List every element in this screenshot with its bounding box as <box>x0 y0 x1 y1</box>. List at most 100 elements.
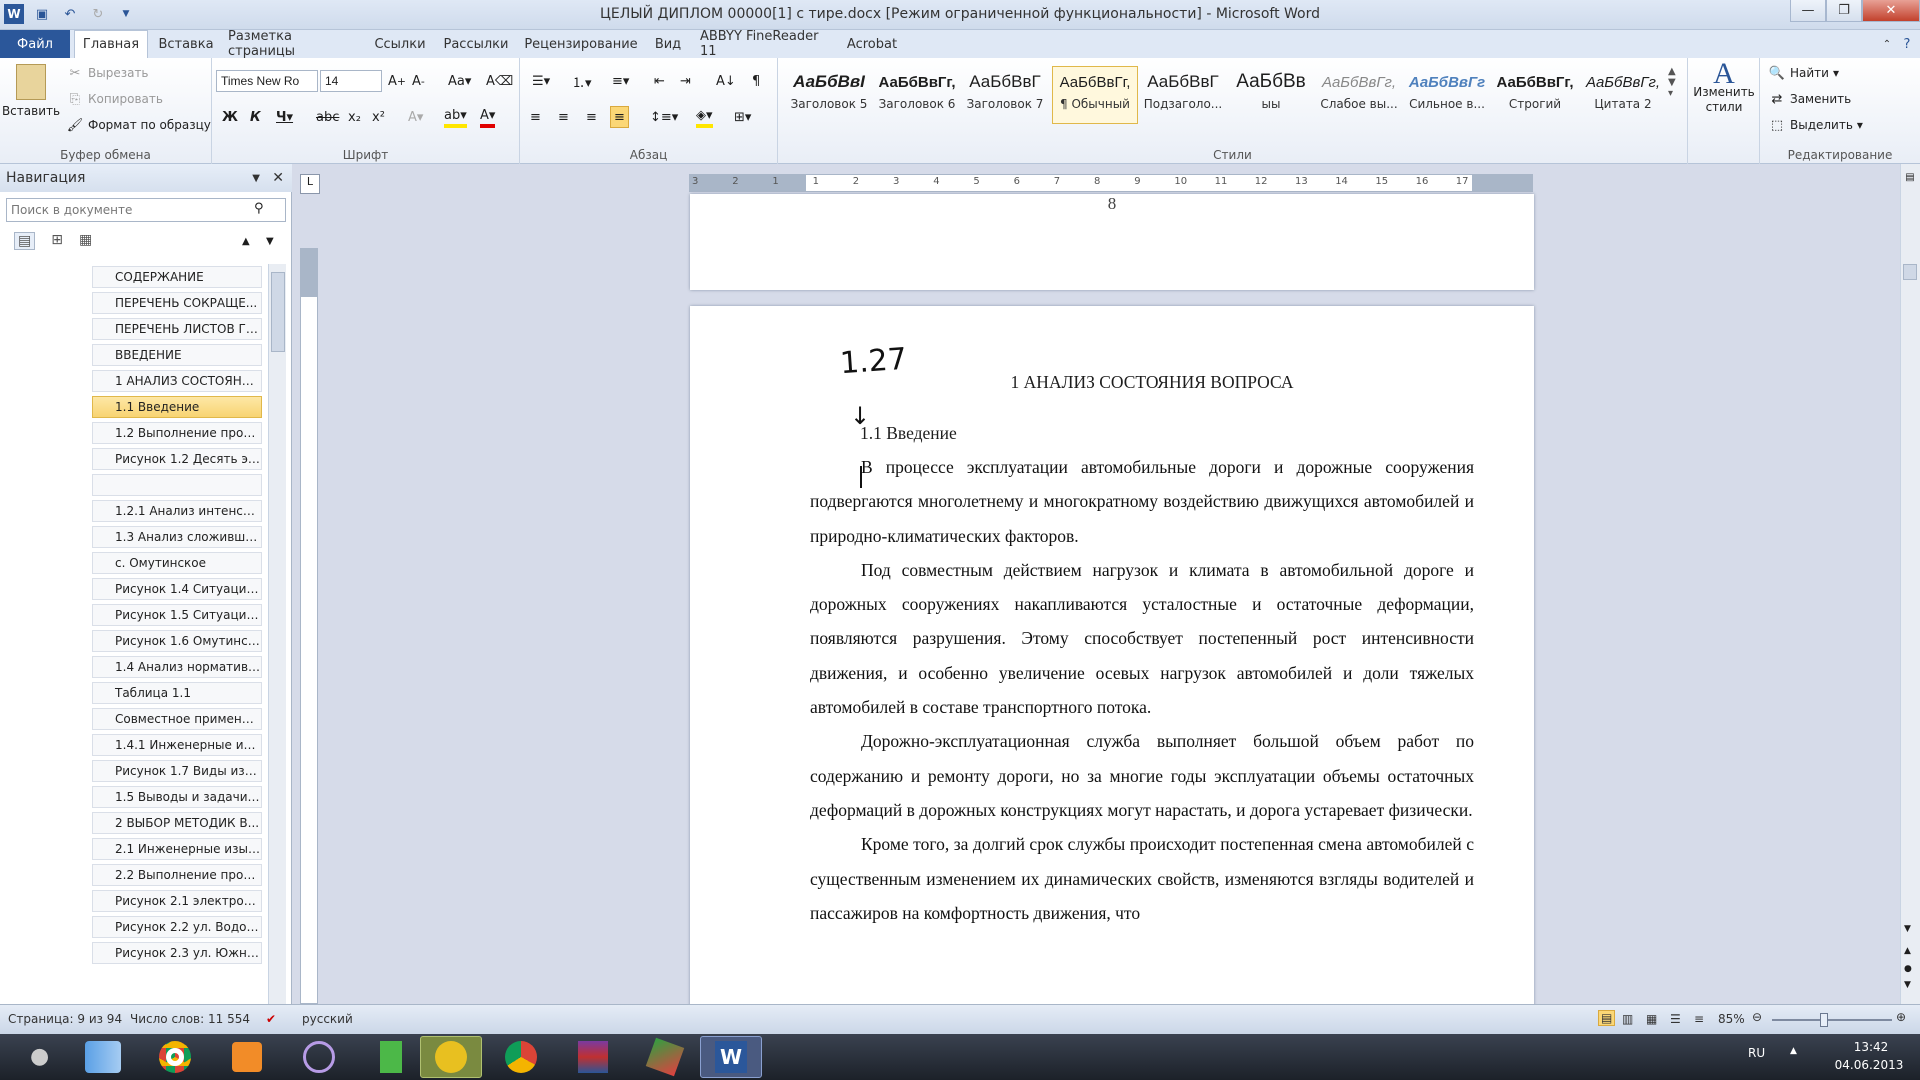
superscript-icon[interactable]: x² <box>372 106 385 128</box>
close-button[interactable]: ✕ <box>1862 0 1920 22</box>
decrease-indent-icon[interactable]: ⇤ <box>654 70 665 92</box>
document-scroll-thumb[interactable] <box>1903 264 1917 280</box>
sort-icon[interactable]: A↓ <box>716 70 736 92</box>
nav-heading-item[interactable]: 2 ВЫБОР МЕТОДИК В... <box>92 812 262 834</box>
increase-indent-icon[interactable]: ⇥ <box>680 70 691 92</box>
format-painter-button[interactable]: 🖌 Формат по образцу <box>66 116 211 134</box>
finder-icon[interactable] <box>72 1036 134 1078</box>
font-color-icon[interactable]: A▾ <box>480 106 496 128</box>
tab-file[interactable]: Файл <box>0 30 70 58</box>
style-quote2[interactable]: АаБбВвГг, Цитата 2 <box>1580 66 1666 124</box>
text-effects-icon[interactable]: A▾ <box>408 106 423 128</box>
word-taskbar-icon[interactable]: W <box>700 1036 762 1078</box>
nav-heading-item[interactable]: ПЕРЕЧЕНЬ СОКРАЩЕ... <box>92 292 262 314</box>
nav-menu-icon[interactable]: ▼ <box>252 173 260 184</box>
nav-heading-item[interactable]: 1.2.1 Анализ интенсив... <box>92 500 262 522</box>
status-words[interactable]: Число слов: 11 554 <box>130 1012 250 1026</box>
nav-pages-view-icon[interactable]: ⊞ <box>51 232 63 250</box>
style-heading6[interactable]: АаБбВвГг, Заголовок 6 <box>874 66 960 124</box>
nav-heading-item[interactable]: Рисунок 1.2 Десять эт... <box>92 448 262 470</box>
subscript-icon[interactable]: x₂ <box>348 106 361 128</box>
style-normal[interactable]: АаБбВвГг, ¶ Обычный <box>1052 66 1138 124</box>
tab-stop-selector[interactable]: L <box>300 174 320 194</box>
full-screen-icon[interactable]: ▥ <box>1622 1012 1633 1026</box>
next-page-icon[interactable]: ▼ <box>1904 980 1911 990</box>
bullets-icon[interactable]: ☰▾ <box>532 70 550 92</box>
web-layout-icon[interactable]: ▦ <box>1646 1012 1657 1026</box>
nav-results-view-icon[interactable]: ▦ <box>79 232 92 250</box>
style-heading5[interactable]: АаБбВвІ Заголовок 5 <box>786 66 872 124</box>
nav-next-icon[interactable]: ▼ <box>266 236 274 247</box>
nav-heading-item[interactable]: Рисунок 2.2 ул. Водоп... <box>92 916 262 938</box>
tray-expand-icon[interactable]: ▲ <box>1790 1046 1797 1056</box>
archicad-icon[interactable] <box>420 1036 482 1078</box>
paragraph[interactable]: Дорожно-эксплуатационная служба выполняе… <box>810 724 1474 827</box>
nav-search-icon[interactable]: ⚲ <box>254 201 264 216</box>
zoom-out-icon[interactable]: ⊖ <box>1752 1010 1762 1024</box>
scroll-down-icon[interactable]: ▼ <box>1904 924 1911 934</box>
style-strong[interactable]: АаБбВвГг, Строгий <box>1492 66 1578 124</box>
numbering-icon[interactable]: ⒈▾ <box>572 70 592 92</box>
nav-heading-item[interactable]: Рисунок 1.7 Виды изыс... <box>92 760 262 782</box>
nav-heading-item[interactable]: 1.5 Выводы и задачи д... <box>92 786 262 808</box>
shrink-font-icon[interactable]: A- <box>412 70 425 92</box>
tab-abbyy[interactable]: ABBYY FineReader 11 <box>700 29 830 59</box>
minimize-button[interactable]: — <box>1790 0 1826 22</box>
nav-heading-item[interactable]: 1.4 Анализ нормативн... <box>92 656 262 678</box>
nav-prev-icon[interactable]: ▲ <box>242 236 250 247</box>
nav-scroll-thumb[interactable] <box>271 272 285 352</box>
status-page[interactable]: Страница: 9 из 94 <box>8 1012 122 1026</box>
shading-icon[interactable]: ◈▾ <box>696 106 713 128</box>
align-right-icon[interactable]: ≡ <box>586 106 597 128</box>
style-subtle-emphasis[interactable]: АаБбВвГг, Слабое вы... <box>1316 66 1402 124</box>
styles-scroll-icon[interactable]: ▲ ▼ ▾ <box>1668 66 1676 99</box>
nav-heading-item[interactable]: 2.2 Выполнение проек... <box>92 864 262 886</box>
italic-icon[interactable]: К <box>250 106 261 128</box>
keyboard-language[interactable]: RU <box>1748 1046 1765 1060</box>
nav-heading-item[interactable]: Рисунок 2.3 ул. Южно-... <box>92 942 262 964</box>
media-player-icon[interactable] <box>216 1036 278 1078</box>
font-name-box[interactable]: Times New Ro <box>216 70 318 92</box>
clear-format-icon[interactable]: A⌫ <box>486 70 513 92</box>
tab-view[interactable]: Вид <box>650 30 686 58</box>
prev-page-icon[interactable]: ▲ <box>1904 946 1911 956</box>
nav-heading-item[interactable]: Рисунок 1.5 Ситуацио... <box>92 604 262 626</box>
nav-heading-item[interactable]: ВВЕДЕНИЕ <box>92 344 262 366</box>
browse-object-icon[interactable]: ● <box>1904 964 1912 974</box>
print-layout-icon[interactable]: ▤ <box>1598 1010 1616 1026</box>
zoom-slider[interactable] <box>1772 1013 1892 1027</box>
justify-icon[interactable]: ≡ <box>610 106 629 128</box>
nav-scrollbar[interactable] <box>268 264 286 1004</box>
body-text[interactable]: В процессе эксплуатации автомобильные до… <box>810 450 1474 930</box>
nav-heading-item[interactable]: 1.3 Анализ сложившей... <box>92 526 262 548</box>
winrar-icon[interactable] <box>562 1036 624 1078</box>
style-subtitle[interactable]: АаБбВвГ Подзаголо... <box>1140 66 1226 124</box>
zoom-level[interactable]: 85% <box>1718 1012 1745 1026</box>
tab-page-layout[interactable]: Разметка страницы <box>228 29 358 59</box>
align-center-icon[interactable]: ≡ <box>558 106 569 128</box>
nav-heading-item[interactable]: Рисунок 2.1 электронн... <box>92 890 262 912</box>
document-scrollbar[interactable]: ▤ ▼ ▲ ● ▼ <box>1900 164 1920 1004</box>
tab-acrobat[interactable]: Acrobat <box>842 30 902 58</box>
spellcheck-icon[interactable]: ✔ <box>266 1012 276 1026</box>
nav-headings-view-icon[interactable]: ▤ <box>14 232 36 250</box>
zoom-in-icon[interactable]: ⊕ <box>1896 1010 1906 1024</box>
heading-2[interactable]: 1.1 Введение <box>860 423 957 444</box>
borders-icon[interactable]: ⊞▾ <box>734 106 751 128</box>
line-spacing-icon[interactable]: ↕≡▾ <box>650 106 678 128</box>
paragraph[interactable]: Кроме того, за долгий срок службы происх… <box>810 827 1474 930</box>
tab-insert[interactable]: Вставка <box>152 30 220 58</box>
paragraph[interactable]: Под совместным действием нагрузок и клим… <box>810 553 1474 724</box>
zoom-slider-thumb[interactable] <box>1820 1013 1828 1027</box>
nav-heading-item[interactable]: 2.1 Инженерные изыс... <box>92 838 262 860</box>
tab-review[interactable]: Рецензирование <box>522 30 640 58</box>
clock-time[interactable]: 13:42 <box>1836 1040 1906 1054</box>
status-language[interactable]: русский <box>302 1012 353 1026</box>
help-icon[interactable]: ? <box>1898 30 1916 58</box>
change-case-icon[interactable]: Aa▾ <box>448 70 471 92</box>
app-tool-icon[interactable] <box>634 1036 696 1078</box>
nav-heading-item[interactable]: 1.1 Введение <box>92 396 262 418</box>
restore-button[interactable]: ❐ <box>1826 0 1862 22</box>
font-size-box[interactable]: 14 <box>320 70 382 92</box>
underline-icon[interactable]: Ч▾ <box>276 106 293 128</box>
